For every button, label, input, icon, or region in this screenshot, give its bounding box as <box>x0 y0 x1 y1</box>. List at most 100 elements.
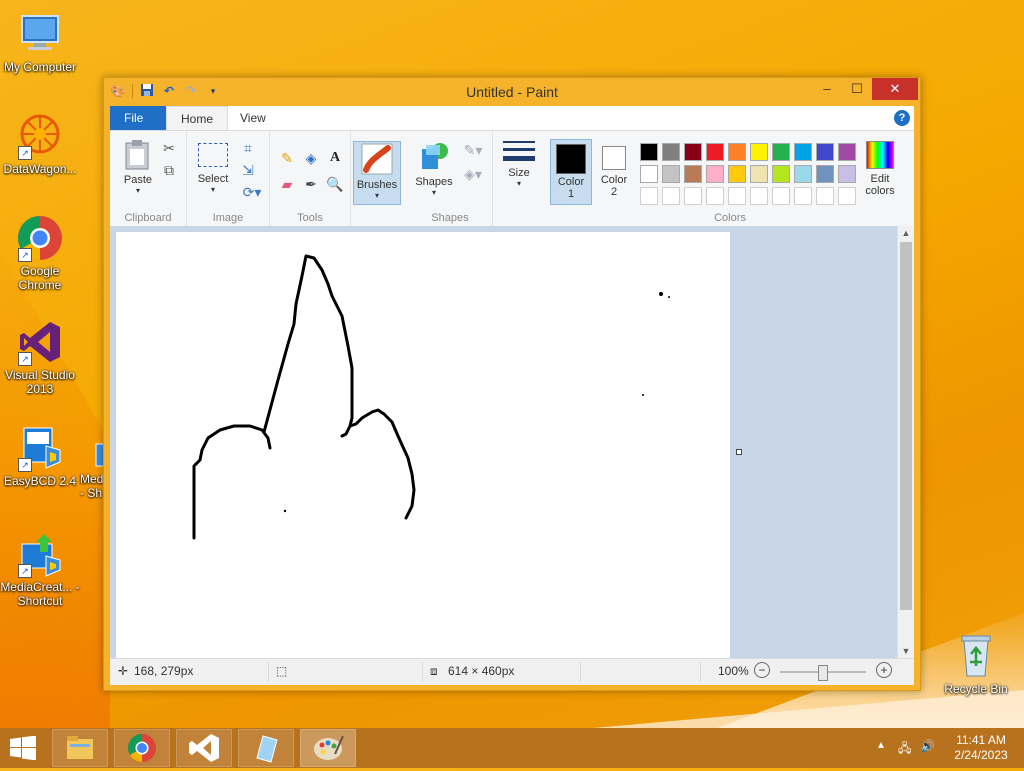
custom-color-slot[interactable] <box>662 187 680 205</box>
start-button[interactable] <box>10 735 36 761</box>
color1-swatch <box>556 144 586 174</box>
color2-button[interactable]: Color 2 <box>594 139 634 203</box>
paste-button[interactable]: Paste ▾ <box>118 139 158 195</box>
tab-view[interactable]: View <box>226 106 280 130</box>
custom-color-slot[interactable] <box>772 187 790 205</box>
taskbar-visual-studio[interactable] <box>176 729 232 767</box>
color-swatch[interactable] <box>816 165 834 183</box>
color1-button[interactable]: Color 1 <box>550 139 592 205</box>
color-swatch[interactable] <box>816 143 834 161</box>
rotate-icon[interactable]: ⟳▾ <box>239 183 265 201</box>
desktop-icon-mediacreation[interactable]: ↗ MediaCreat... - Shortcut <box>0 530 80 608</box>
desktop-icon-google-chrome[interactable]: ↗ Google Chrome <box>0 214 80 292</box>
tab-home[interactable]: Home <box>166 106 229 131</box>
shapes-button[interactable]: Shapes ▾ <box>412 141 456 197</box>
zoom-out-icon[interactable]: − <box>754 662 770 678</box>
ribbon: Paste ▾ ✂ ⧉ Clipboard Select ▾ ⌗ ⇲ ⟳▾ Im… <box>110 130 914 227</box>
desktop-icon-label: MediaCreat... - Shortcut <box>0 580 80 608</box>
taskbar-chrome[interactable] <box>114 729 170 767</box>
edit-colors-button[interactable]: Edit colors <box>860 141 900 197</box>
pencil-icon[interactable]: ✎ <box>278 149 296 167</box>
cursor-position-icon: ✛ <box>118 664 129 678</box>
color-swatch[interactable] <box>640 143 658 161</box>
cut-icon[interactable]: ✂ <box>160 139 178 157</box>
taskbar-paint[interactable] <box>300 729 356 767</box>
custom-color-slot[interactable] <box>816 187 834 205</box>
custom-color-slot[interactable] <box>794 187 812 205</box>
text-icon[interactable]: A <box>326 149 344 167</box>
edit-colors-label: Edit colors <box>865 173 895 197</box>
color-swatch[interactable] <box>750 165 768 183</box>
network-icon[interactable]: 🖧 <box>898 739 911 760</box>
tray-overflow-icon[interactable]: ▲ <box>876 740 886 751</box>
desktop-icon-my-computer[interactable]: My Computer <box>0 10 80 74</box>
fill-shape-icon[interactable]: ◈▾ <box>460 165 486 183</box>
scroll-up-icon[interactable]: ▲ <box>898 226 914 240</box>
color-swatch[interactable] <box>706 165 724 183</box>
taskbar-file-explorer[interactable] <box>52 729 108 767</box>
color-swatch[interactable] <box>640 165 658 183</box>
custom-color-slot[interactable] <box>728 187 746 205</box>
brushes-button[interactable]: Brushes ▾ <box>353 141 401 205</box>
volume-icon[interactable]: 🔊 <box>920 739 935 753</box>
color-swatch[interactable] <box>684 165 702 183</box>
size-button[interactable]: Size ▾ <box>497 141 541 188</box>
close-button[interactable]: ✕ <box>872 78 918 100</box>
desktop-icon-visual-studio[interactable]: ↗ Visual Studio 2013 <box>0 318 80 396</box>
select-label: Select <box>197 173 229 185</box>
custom-color-slot[interactable] <box>838 187 856 205</box>
color-swatch[interactable] <box>662 165 680 183</box>
scroll-down-icon[interactable]: ▼ <box>898 644 914 658</box>
magnifier-icon[interactable]: 🔍 <box>326 175 344 193</box>
eraser-icon[interactable]: ▰ <box>278 175 296 193</box>
brushes-label: Brushes <box>356 179 398 191</box>
custom-color-slot[interactable] <box>640 187 658 205</box>
custom-color-slot[interactable] <box>706 187 724 205</box>
custom-color-slot[interactable] <box>750 187 768 205</box>
desktop-icon-recycle-bin[interactable]: Recycle Bin <box>936 632 1016 696</box>
chevron-down-icon: ▾ <box>135 186 140 195</box>
minimize-button[interactable]: – <box>812 78 842 100</box>
color-swatch[interactable] <box>838 165 856 183</box>
maximize-button[interactable]: ☐ <box>842 78 872 100</box>
color-swatch[interactable] <box>750 143 768 161</box>
color-swatch[interactable] <box>728 143 746 161</box>
drawing-canvas[interactable] <box>116 232 730 658</box>
zoom-in-icon[interactable]: + <box>876 662 892 678</box>
desktop-icon-label: Google Chrome <box>18 264 62 292</box>
color-swatch[interactable] <box>728 165 746 183</box>
separator <box>700 662 701 682</box>
color-swatch[interactable] <box>794 143 812 161</box>
color1-label: Color 1 <box>557 176 585 200</box>
color-swatch[interactable] <box>662 143 680 161</box>
color-swatch[interactable] <box>706 143 724 161</box>
zoom-slider-thumb[interactable] <box>818 665 828 681</box>
canvas-resize-handle[interactable] <box>736 449 742 455</box>
help-icon[interactable]: ? <box>894 110 910 126</box>
title-bar[interactable]: 🎨 ↶ ↷ ▾ Untitled - Paint – ☐ ✕ <box>104 78 920 106</box>
desktop-icon-easybcd[interactable]: ↗ EasyBCD 2.4 <box>0 424 80 488</box>
outline-icon[interactable]: ✎▾ <box>460 141 486 159</box>
tab-file[interactable]: File <box>110 106 166 130</box>
fill-icon[interactable]: ◈ <box>302 149 320 167</box>
paint-client-area: File Home View ? Paste ▾ ✂ ⧉ Clipboard S… <box>110 106 914 685</box>
desktop-icon-label: EasyBCD 2.4 <box>3 474 77 488</box>
taskbar-app[interactable] <box>238 729 294 767</box>
select-button[interactable]: Select ▾ <box>193 143 233 194</box>
crop-icon[interactable]: ⌗ <box>239 139 257 157</box>
desktop-icon-datawagon[interactable]: ↗ DataWagon... <box>0 112 80 176</box>
clock[interactable]: 11:41 AM 2/24/2023 <box>950 733 1012 763</box>
color-swatch[interactable] <box>684 143 702 161</box>
chevron-down-icon: ▾ <box>210 185 215 194</box>
color-swatch[interactable] <box>794 165 812 183</box>
resize-icon[interactable]: ⇲ <box>239 161 257 179</box>
custom-color-slot[interactable] <box>684 187 702 205</box>
desktop-icon-label: Recycle Bin <box>944 682 1008 696</box>
color-swatch[interactable] <box>838 143 856 161</box>
color-swatch[interactable] <box>772 165 790 183</box>
copy-icon[interactable]: ⧉ <box>160 161 178 179</box>
color-swatch[interactable] <box>772 143 790 161</box>
color-picker-icon[interactable]: ✒ <box>302 175 320 193</box>
scroll-thumb[interactable] <box>900 242 912 610</box>
vertical-scrollbar[interactable]: ▲ ▼ <box>897 226 914 658</box>
